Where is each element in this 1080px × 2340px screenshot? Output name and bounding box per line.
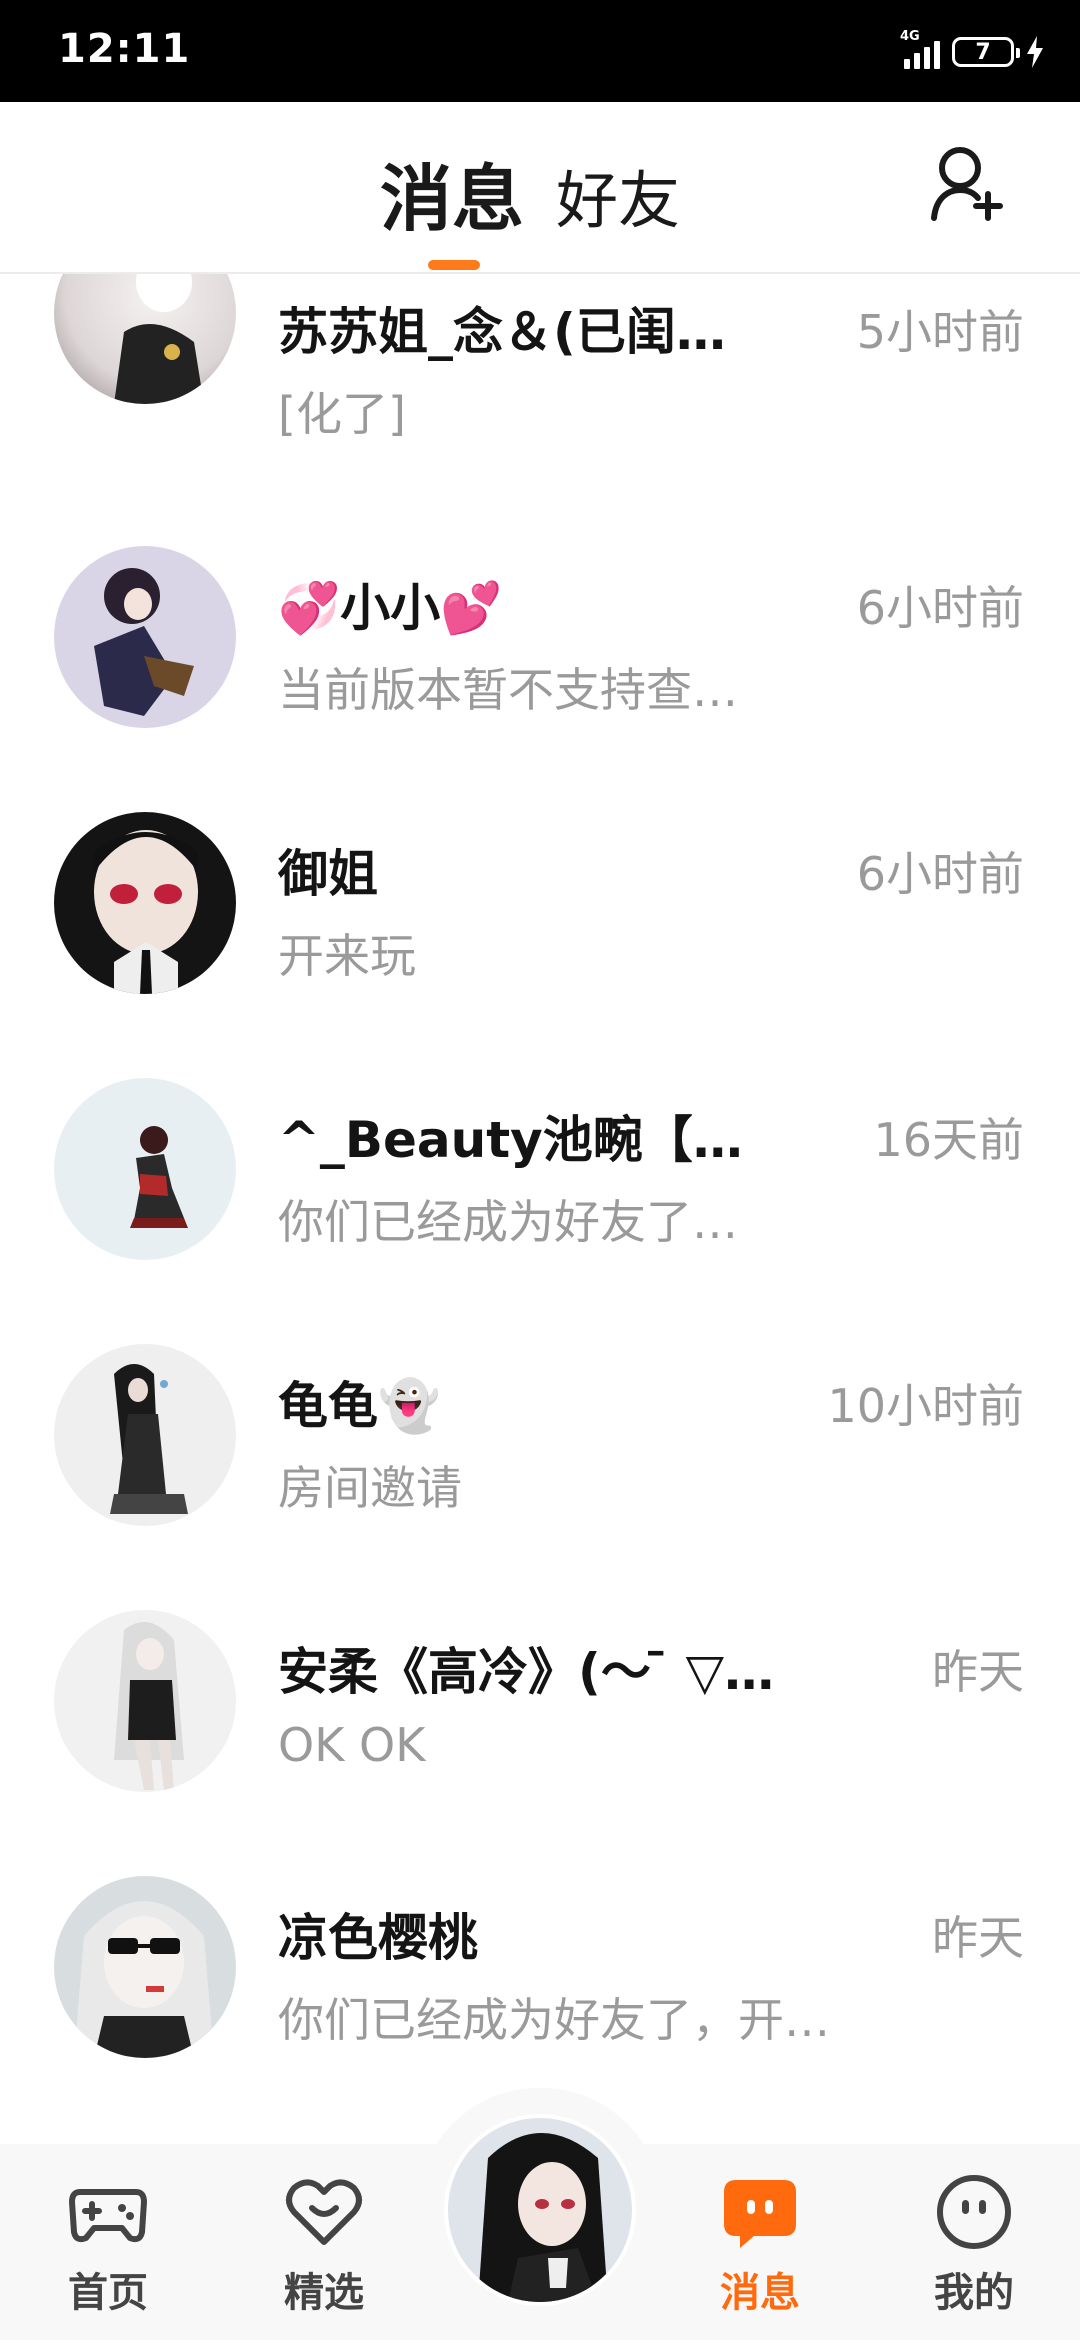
list-item[interactable]: ^_Beauty池畹【… 16天前 你们已经成为好友了… (0, 990, 1080, 1260)
conversation-preview: OK OK (278, 1718, 426, 1772)
nav-messages[interactable]: 消息 (690, 2170, 830, 2320)
gamepad-icon (69, 2189, 147, 2243)
conversation-time: 6小时前 (856, 581, 1024, 635)
charging-icon (1027, 36, 1043, 68)
conversation-preview: 房间邀请 (278, 1461, 462, 1515)
conversation-time: 10小时前 (827, 1379, 1024, 1433)
conversation-preview: [化了] (278, 387, 406, 441)
tab-messages[interactable]: 消息 (380, 140, 524, 245)
avatar[interactable] (54, 546, 236, 728)
heart-icon (286, 2179, 362, 2245)
conversation-time: 昨天 (932, 1911, 1024, 1965)
list-item[interactable]: 龟龟👻 10小时前 房间邀请 (0, 1256, 1080, 1526)
conversation-name: 御姐 (278, 845, 378, 903)
conversation-name: 💞小小💕 (278, 579, 503, 637)
status-time: 12:11 (58, 26, 191, 72)
nav-featured-label: 精选 (284, 2270, 364, 2316)
conversation-preview: 你们已经成为好友了，开… (278, 1993, 830, 2047)
conversation-time: 5小时前 (856, 305, 1024, 359)
battery-level: 7 (975, 39, 991, 65)
conversation-preview: 当前版本暂不支持查… (278, 663, 738, 717)
signal-icon: 4G (900, 29, 940, 69)
conversation-name: 苏苏姐_念＆(已闺… (278, 303, 726, 361)
list-item[interactable]: 💞小小💕 6小时前 当前版本暂不支持查… (0, 458, 1080, 728)
list-item[interactable]: 凉色樱桃 昨天 你们已经成为好友了，开… (0, 1788, 1080, 2058)
profile-face-icon (937, 2175, 1011, 2249)
avatar[interactable] (54, 274, 236, 404)
nav-mine[interactable]: 我的 (904, 2170, 1044, 2320)
nav-home-label: 首页 (68, 2270, 148, 2316)
status-icons: 4G 7 (900, 29, 1044, 74)
conversation-time: 昨天 (932, 1645, 1024, 1699)
status-bar: 12:11 4G 7 (0, 0, 1080, 102)
list-item[interactable]: 御姐 6小时前 开来玩 (0, 724, 1080, 994)
conversation-name: 凉色樱桃 (278, 1909, 478, 1967)
avatar[interactable] (54, 1344, 236, 1526)
avatar[interactable] (54, 1610, 236, 1792)
list-item[interactable]: 安柔《高冷》(～ ̄ ▽… 昨天 OK OK (0, 1522, 1080, 1792)
conversation-preview: 你们已经成为好友了… (278, 1195, 738, 1249)
avatar[interactable] (54, 1876, 236, 2058)
tab-friends[interactable]: 好友 (556, 150, 680, 240)
add-friend-icon[interactable] (930, 144, 1006, 224)
conversation-time: 16天前 (873, 1113, 1024, 1167)
battery-icon: 7 (952, 37, 1020, 67)
nav-featured[interactable]: 精选 (254, 2170, 394, 2320)
conversation-name: ^_Beauty池畹【… (278, 1111, 743, 1169)
message-icon (724, 2180, 796, 2248)
conversation-time: 6小时前 (856, 847, 1024, 901)
list-item[interactable]: 苏苏姐_念＆(已闺… 5小时前 [化了] (0, 274, 1080, 458)
avatar[interactable] (54, 812, 236, 994)
nav-mine-label: 我的 (934, 2270, 1014, 2316)
conversation-list: 苏苏姐_念＆(已闺… 5小时前 [化了] 💞小小💕 6小时前 当前版本暂不支持查… (0, 274, 1080, 2144)
avatar[interactable] (54, 1078, 236, 1260)
network-type: 4G (900, 29, 920, 44)
header: 消息 好友 (0, 102, 1080, 274)
conversation-preview: 开来玩 (278, 929, 416, 983)
conversation-name: 安柔《高冷》(～ ̄ ▽… (278, 1643, 775, 1701)
nav-home[interactable]: 首页 (38, 2170, 178, 2320)
conversation-name: 龟龟👻 (278, 1377, 441, 1435)
tab-indicator (428, 260, 480, 270)
center-avatar-button[interactable] (444, 2114, 636, 2306)
nav-messages-label: 消息 (720, 2270, 800, 2316)
